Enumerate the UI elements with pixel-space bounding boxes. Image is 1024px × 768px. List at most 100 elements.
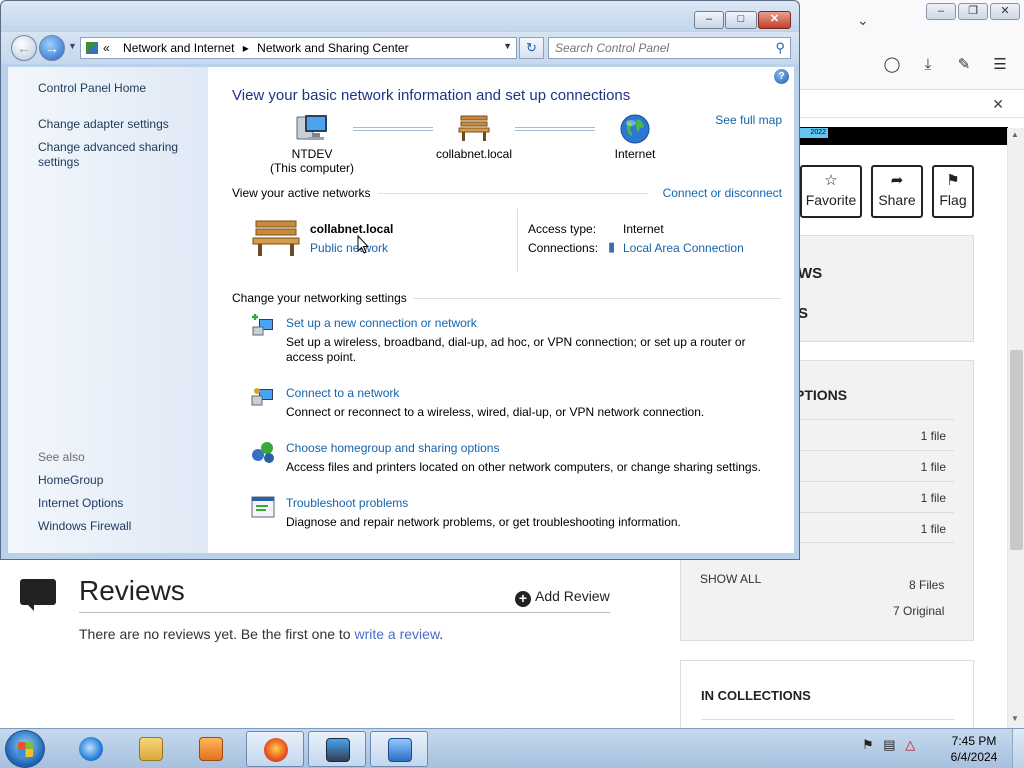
access-type-label: Access type:: [528, 222, 597, 236]
flag-label: Flag: [939, 192, 967, 208]
control-panel-home-link[interactable]: Control Panel Home: [38, 81, 146, 95]
star-icon: ☆: [824, 172, 838, 189]
connect-network-link[interactable]: Connect to a network: [286, 386, 399, 400]
troubleshoot-link[interactable]: Troubleshoot problems: [286, 496, 408, 510]
favorite-button[interactable]: ☆ Favorite: [800, 165, 862, 218]
plus-icon: +: [515, 591, 531, 607]
main-pane: ? View your basic network information an…: [208, 67, 794, 553]
setup-connection-desc: Set up a wireless, broadband, dial-up, a…: [286, 335, 746, 364]
scroll-up-icon[interactable]: ▲: [1011, 130, 1019, 139]
connections-label: Connections:: [528, 241, 599, 255]
taskbar-firefox[interactable]: [246, 731, 304, 767]
clock-date: 6/4/2024: [950, 750, 998, 764]
add-review-button[interactable]: + Add Review: [515, 588, 610, 607]
menu-icon[interactable]: ☰: [990, 55, 1010, 75]
windows-firewall-link[interactable]: Windows Firewall: [38, 519, 131, 533]
volume-muted-icon[interactable]: △: [905, 737, 915, 752]
minimize-button[interactable]: –: [694, 11, 724, 29]
connect-disconnect-link[interactable]: Connect or disconnect: [663, 186, 782, 200]
maximize-button[interactable]: □: [725, 11, 757, 29]
show-all-link[interactable]: SHOW ALL: [700, 572, 761, 586]
start-button[interactable]: [5, 730, 45, 768]
close-icon[interactable]: ✕: [992, 96, 1004, 113]
media-player-icon: [199, 737, 223, 761]
share-label: Share: [878, 192, 916, 208]
flag-icon: ⚑: [946, 172, 960, 189]
download-icon[interactable]: ⤓: [918, 55, 938, 75]
page-scrollbar[interactable]: ▲ ▼: [1007, 128, 1024, 728]
recent-pages-dropdown[interactable]: ▼: [68, 41, 77, 51]
breadcrumb-network-internet[interactable]: Network and Internet: [123, 41, 234, 55]
scroll-thumb[interactable]: [1010, 350, 1023, 550]
address-bar[interactable]: « Network and Internet ▸ Network and Sha…: [80, 37, 517, 59]
breadcrumb-network-sharing-center[interactable]: Network and Sharing Center: [257, 41, 408, 55]
ethernet-icon: ▮: [608, 239, 616, 254]
taskbar: ⚑ ▤ △ 7:45 PM 6/4/2024: [0, 728, 1024, 768]
scroll-down-icon[interactable]: ▼: [1011, 714, 1019, 723]
forward-button[interactable]: →: [39, 35, 65, 61]
title-bar[interactable]: – □ ✕: [1, 1, 799, 31]
active-networks-heading: View your active networks: [232, 186, 371, 200]
notification-bar: ✕: [800, 92, 1024, 118]
network-tray-icon[interactable]: ▤: [883, 737, 895, 752]
panel-heading-a: WS: [798, 265, 823, 282]
taskbar-windows-explorer[interactable]: [122, 731, 180, 767]
network-location-link[interactable]: Public network: [310, 241, 388, 255]
browser-close-button[interactable]: ✕: [990, 3, 1020, 20]
comment-icon: [20, 579, 56, 611]
download-options-heading: PTIONS: [795, 387, 848, 403]
taskbar-media-player[interactable]: [182, 731, 240, 767]
change-advanced-sharing-link[interactable]: Change advanced sharing settings: [38, 140, 188, 170]
access-type-value: Internet: [623, 222, 664, 236]
add-review-label: Add Review: [535, 588, 610, 604]
help-icon[interactable]: ?: [774, 69, 789, 84]
back-button[interactable]: ←: [11, 35, 37, 61]
homegroup-sharing-link[interactable]: Choose homegroup and sharing options: [286, 441, 499, 455]
homegroup-icon: [252, 442, 274, 463]
action-center-icon[interactable]: ⚑: [862, 737, 874, 752]
connect-network-icon: [251, 388, 273, 406]
search-input[interactable]: [555, 41, 765, 55]
extensions-icon[interactable]: ✎: [954, 55, 974, 75]
map-node-internet[interactable]: Internet: [575, 113, 695, 161]
taskbar-internet-explorer[interactable]: [62, 731, 120, 767]
address-dropdown-icon[interactable]: ▼: [503, 41, 512, 51]
browser-minimize-button[interactable]: –: [926, 3, 956, 20]
connect-network-desc: Connect or reconnect to a wireless, wire…: [286, 405, 705, 419]
search-icon[interactable]: ⚲: [775, 40, 785, 56]
map-node-network[interactable]: collabnet.local: [414, 113, 534, 161]
homegroup-sharing-desc: Access files and printers located on oth…: [286, 460, 761, 474]
pocket-icon[interactable]: ◯: [882, 55, 902, 75]
ie-icon: [79, 737, 103, 761]
local-area-connection-link[interactable]: Local Area Connection: [623, 241, 744, 255]
see-full-map-link[interactable]: See full map: [715, 113, 782, 127]
map-node-computer[interactable]: NTDEV (This computer): [252, 113, 372, 175]
favorite-label: Favorite: [805, 192, 857, 208]
network-name: collabnet.local: [310, 222, 394, 236]
homegroup-link[interactable]: HomeGroup: [38, 473, 103, 487]
refresh-button[interactable]: ↻: [519, 37, 544, 59]
see-also-heading: See also: [38, 450, 85, 464]
search-box[interactable]: ⚲: [548, 37, 791, 59]
browser-maximize-button[interactable]: ❐: [958, 3, 988, 20]
flag-button[interactable]: ⚑ Flag: [932, 165, 974, 218]
computer-icon: [296, 115, 327, 140]
reviews-title: Reviews: [79, 575, 185, 606]
taskbar-network-center[interactable]: [308, 731, 366, 767]
clock[interactable]: 7:45 PM 6/4/2024: [945, 733, 1003, 765]
breadcrumb-separator[interactable]: ▸: [243, 41, 249, 55]
network-bench-icon: [252, 220, 300, 256]
internet-options-link[interactable]: Internet Options: [38, 496, 123, 510]
navigation-bar: ← → ▼ « Network and Internet ▸ Network a…: [1, 32, 799, 64]
write-review-link[interactable]: write a review: [354, 626, 439, 642]
share-button[interactable]: ➦ Share: [871, 165, 923, 218]
breadcrumb-overflow[interactable]: «: [103, 41, 110, 55]
globe-icon: [620, 114, 650, 144]
show-desktop-button[interactable]: [1012, 729, 1024, 768]
close-button[interactable]: ✕: [758, 11, 791, 29]
change-adapter-settings-link[interactable]: Change adapter settings: [38, 117, 169, 131]
setup-connection-link[interactable]: Set up a new connection or network: [286, 316, 477, 330]
taskbar-control-panel[interactable]: [370, 731, 428, 767]
control-panel-icon: [86, 42, 98, 54]
tabs-dropdown-icon[interactable]: ⌄: [857, 12, 869, 29]
